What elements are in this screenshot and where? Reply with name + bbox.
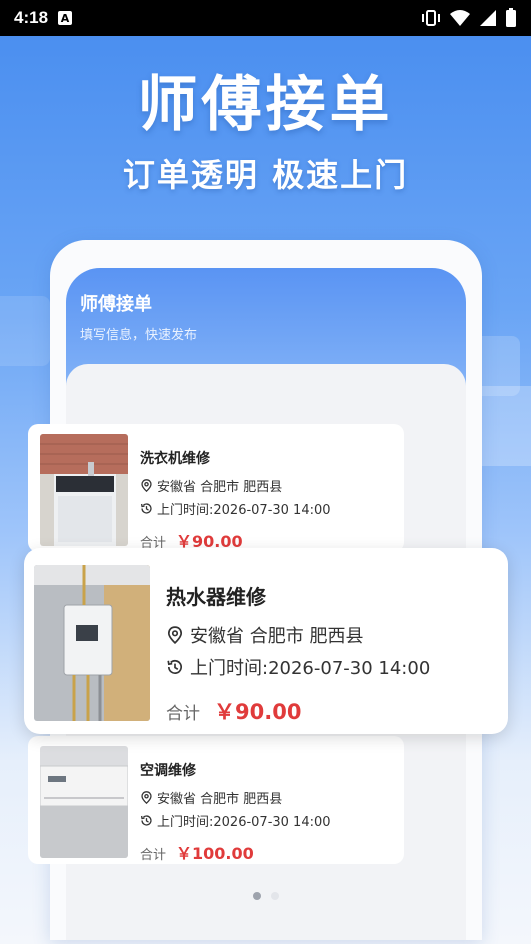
order-location: 安徽省 合肥市 肥西县	[140, 788, 331, 807]
vibrate-icon	[422, 10, 440, 26]
air-conditioner-photo	[40, 746, 128, 858]
order-price: ￥100.00	[176, 844, 254, 863]
total-label: 合计	[140, 848, 167, 863]
order-price: ￥90.00	[214, 700, 302, 724]
order-time-text: 上门时间:2026-07-30 14:00	[157, 503, 331, 518]
order-total: 合计 ￥90.00	[166, 696, 430, 726]
location-pin-icon	[141, 479, 152, 492]
order-info: 热水器维修 安徽省 合肥市 肥西县 上门时间:2026-07-30 14:00 …	[166, 565, 430, 726]
clock-history-icon	[140, 815, 152, 826]
status-icons	[421, 8, 517, 28]
order-location-text: 安徽省 合肥市 肥西县	[157, 480, 283, 495]
washing-machine-photo	[40, 434, 128, 546]
order-name: 洗衣机维修	[140, 451, 210, 467]
order-location: 安徽省 合肥市 肥西县	[166, 622, 430, 648]
status-bar: 4:18 A	[0, 0, 531, 36]
hero-subtitle: 订单透明 极速上门	[122, 156, 409, 194]
location-pin-icon	[167, 626, 183, 644]
clock-history-icon	[140, 503, 152, 514]
clock-history-icon	[167, 659, 183, 674]
order-location-text: 安徽省 合肥市 肥西县	[157, 792, 283, 807]
panel-subtitle: 填写信息，快速发布	[80, 328, 198, 343]
signal-icon	[480, 10, 496, 26]
total-label: 合计	[166, 704, 200, 724]
panel-title: 师傅接单	[80, 294, 152, 315]
wifi-icon	[450, 10, 470, 26]
carousel-dot-1[interactable]	[252, 892, 261, 900]
notification-badge-icon: A	[58, 11, 73, 25]
order-card-washing-machine[interactable]: 洗衣机维修 安徽省 合肥市 肥西县 上门时间:2026-07-30 14:00 …	[28, 424, 404, 552]
hero-title: 师傅接单	[137, 70, 394, 140]
location-pin-icon	[141, 791, 152, 804]
order-time-text: 上门时间:2026-07-30 14:00	[190, 658, 431, 679]
order-location-text: 安徽省 合肥市 肥西县	[190, 626, 364, 647]
order-name: 热水器维修	[166, 585, 266, 609]
order-info: 洗衣机维修 安徽省 合肥市 肥西县 上门时间:2026-07-30 14:00 …	[140, 434, 331, 552]
order-time-text: 上门时间:2026-07-30 14:00	[157, 815, 331, 830]
carousel-dot-2[interactable]	[270, 892, 279, 900]
decor-block	[0, 296, 50, 366]
water-heater-photo	[34, 565, 150, 721]
order-name: 空调维修	[140, 763, 196, 779]
battery-icon	[506, 8, 516, 27]
order-total: 合计 ￥100.00	[140, 840, 331, 864]
status-time: 4:18	[14, 8, 49, 27]
order-time: 上门时间:2026-07-30 14:00	[166, 654, 430, 680]
order-info: 空调维修 安徽省 合肥市 肥西县 上门时间:2026-07-30 14:00 合…	[140, 746, 331, 864]
carousel-indicator	[0, 892, 531, 900]
order-time: 上门时间:2026-07-30 14:00	[140, 811, 331, 830]
order-location: 安徽省 合肥市 肥西县	[140, 476, 331, 495]
order-card-air-conditioner[interactable]: 空调维修 安徽省 合肥市 肥西县 上门时间:2026-07-30 14:00 合…	[28, 736, 404, 864]
order-time: 上门时间:2026-07-30 14:00	[140, 499, 331, 518]
order-card-water-heater[interactable]: 热水器维修 安徽省 合肥市 肥西县 上门时间:2026-07-30 14:00 …	[24, 548, 508, 734]
